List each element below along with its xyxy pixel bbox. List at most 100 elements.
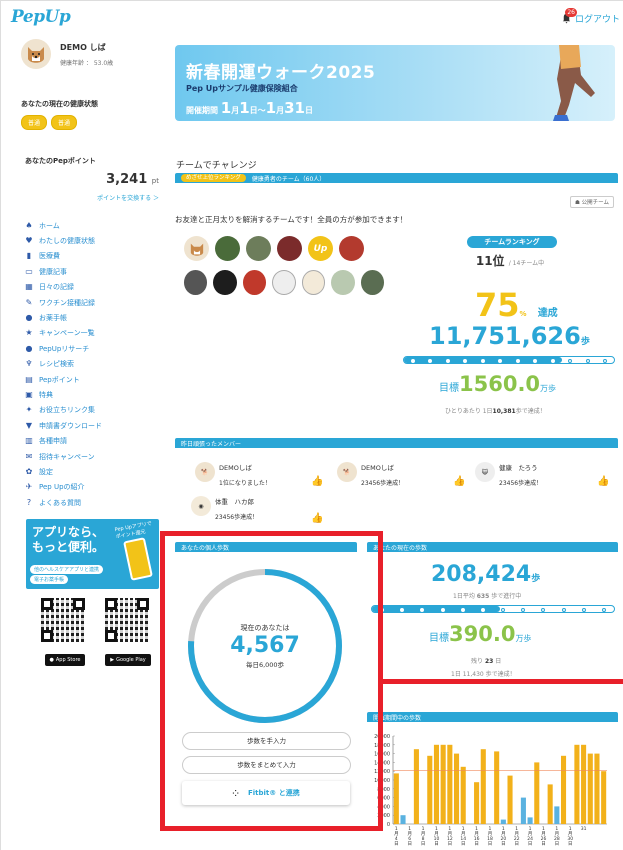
avatar[interactable] <box>21 39 51 69</box>
gift-icon: ▣ <box>25 389 33 399</box>
member-avatar[interactable] <box>301 270 326 295</box>
status-badge[interactable]: 普通 <box>21 115 48 130</box>
member-entry: 🐕 DEMOしば 1位になりました！ <box>195 462 271 487</box>
pepup-logo[interactable]: PepUp <box>11 7 71 27</box>
member-avatar[interactable] <box>213 270 237 295</box>
member-avatar[interactable]: Up <box>308 236 333 261</box>
app-promo-banner[interactable]: アプリなら、 もっと便利。 Pep Upアプリで ポイント還元 他のヘルスケアア… <box>26 519 159 589</box>
nav-item-label: 各種申請 <box>39 437 67 446</box>
team-achievement: 75% 達成 <box>475 286 558 324</box>
achievement-value: 75 <box>475 286 520 324</box>
point-icon: ▤ <box>25 374 33 384</box>
nav-item-label: お役立ちリンク集 <box>39 406 95 415</box>
logout-link[interactable]: ログアウト <box>575 12 620 25</box>
member-avatar[interactable] <box>272 270 296 295</box>
nav-item[interactable]: ● お薬手帳 <box>25 310 163 325</box>
period-label: 開催期間 <box>186 106 218 115</box>
achievement-label: 達成 <box>537 308 558 319</box>
progress-dot <box>550 359 555 363</box>
nav-item[interactable]: ♆ レシピ検索 <box>25 357 163 372</box>
member-name[interactable]: 健康 たろう <box>499 462 542 472</box>
nav-item[interactable]: ? よくある質問 <box>25 495 163 510</box>
member-avatar[interactable] <box>339 236 364 261</box>
member-avatar[interactable] <box>277 236 302 261</box>
daily-average: 1日平均 635 歩で進行中 <box>453 591 521 600</box>
points-number: 3,241 <box>106 172 148 187</box>
member-entry: 🐕 DEMOしば 23456歩達成！ <box>337 462 404 487</box>
remaining-prefix: 残り <box>471 658 484 665</box>
team-ranking-button[interactable]: チームランキング <box>467 236 557 248</box>
nav-item[interactable]: ▭ 健康記事 <box>25 264 163 279</box>
nav-item[interactable]: ✈ Pep Upの紹介 <box>25 480 163 495</box>
achievement-percent: % <box>519 310 527 318</box>
member-avatar[interactable]: 🐕 <box>337 462 357 482</box>
period-separator: ～ <box>257 106 266 115</box>
nav-item[interactable]: ✿ 設定 <box>25 464 163 479</box>
member-avatar[interactable] <box>184 236 209 261</box>
progress-dot <box>541 608 546 612</box>
nav-item[interactable]: ✦ お役立ちリンク集 <box>25 403 163 418</box>
member-avatar[interactable]: 😺 <box>475 462 495 482</box>
nav-item[interactable]: ▼ 申請書ダウンロード <box>25 418 163 433</box>
member-avatar[interactable]: 🐕 <box>195 462 215 482</box>
highlight-line <box>383 679 623 684</box>
nav-item[interactable]: ♠ ホーム <box>25 218 163 233</box>
member-name[interactable]: DEMOしば <box>361 462 404 472</box>
member-avatar[interactable] <box>184 270 208 295</box>
member-avatar[interactable] <box>360 270 384 295</box>
member-avatar[interactable] <box>246 236 271 261</box>
status-badge[interactable]: 普通 <box>51 115 78 130</box>
nav-item[interactable]: ▮ 医療費 <box>25 249 163 264</box>
app-store-button[interactable]: ● App Store <box>45 654 85 666</box>
goal-unit: 万歩 <box>515 634 532 643</box>
member-avatar[interactable] <box>242 270 267 295</box>
chart-bar <box>480 749 486 824</box>
health-status-title: あなたの現在の健康状態 <box>21 100 98 108</box>
nav-item[interactable]: ● PepUpリサーチ <box>25 341 163 356</box>
steps-bar-chart: 2000018000160001400012000100008000600040… <box>374 734 607 847</box>
logout-area[interactable]: 26 ログアウト <box>561 8 620 25</box>
nav-item[interactable]: ▤ Pepポイント <box>25 372 163 387</box>
member-name[interactable]: 体重 ハカ郎 <box>215 496 258 506</box>
phone-illustration <box>123 537 153 581</box>
nav-item[interactable]: ▦ 日々の記録 <box>25 280 163 295</box>
remaining-suffix: 日 <box>495 658 502 665</box>
daily-needed: 1日 11,430 歩で達成！ <box>451 671 516 678</box>
per-person-suffix: 歩で達成！ <box>515 408 546 415</box>
team-name[interactable]: 健康勇者のチーム（60人） <box>252 174 325 183</box>
member-avatar[interactable]: ◉ <box>191 496 211 516</box>
like-icon[interactable]: 👍 <box>311 476 323 487</box>
exchange-points-link[interactable]: ポイントを交換する ＞ <box>11 193 163 202</box>
chart-bar <box>527 817 533 824</box>
chart-bar <box>534 762 540 824</box>
campaign-banner[interactable]: 新春開運ウォーク2025 Pep Upサンプル健康保険組合 開催期間 1月1日～… <box>175 45 615 121</box>
remaining-value: 23 <box>484 658 494 665</box>
like-icon[interactable]: 👍 <box>311 513 323 524</box>
nav-item-label: わたしの健康状態 <box>39 237 95 246</box>
campaign-title: 新春開運ウォーク2025 <box>186 63 376 83</box>
nav-item[interactable]: ♥ わたしの健康状態 <box>25 233 163 248</box>
member-avatar[interactable] <box>331 270 355 295</box>
public-team-button[interactable]: ☗ 公開チーム <box>569 196 614 208</box>
nav-item[interactable]: ★ キャンペーン一覧 <box>25 326 163 341</box>
chart-bar <box>560 755 567 824</box>
member-avatar[interactable] <box>215 236 240 261</box>
day-suffix: 日 <box>249 106 258 115</box>
like-icon[interactable]: 👍 <box>453 476 465 487</box>
nav-item-label: ワクチン接種記録 <box>39 298 95 307</box>
nav-item[interactable]: ▥ 各種申請 <box>25 433 163 448</box>
bell-icon[interactable]: 26 <box>561 8 577 24</box>
like-icon[interactable]: 👍 <box>597 476 609 487</box>
team-steps-value: 11,751,626 <box>429 322 581 350</box>
member-name[interactable]: DEMOしば <box>219 462 271 472</box>
nav-item[interactable]: ✎ ワクチン接種記録 <box>25 295 163 310</box>
nav-item[interactable]: ▣ 特典 <box>25 387 163 402</box>
google-play-button[interactable]: ▶ Google Play <box>105 654 151 666</box>
app-promo-title: アプリなら、 もっと便利。 <box>32 525 105 554</box>
current-steps-unit: 歩 <box>531 574 541 584</box>
nav-item[interactable]: ✉ 招待キャンペーン <box>25 449 163 464</box>
chart-bar <box>507 775 513 824</box>
x-tick-label: 1 月 12 日 <box>447 826 453 847</box>
per-person-goal: ひとりあたり 1日10,381歩で達成！ <box>445 406 546 415</box>
nav-item-label: レシピ検索 <box>39 360 74 369</box>
